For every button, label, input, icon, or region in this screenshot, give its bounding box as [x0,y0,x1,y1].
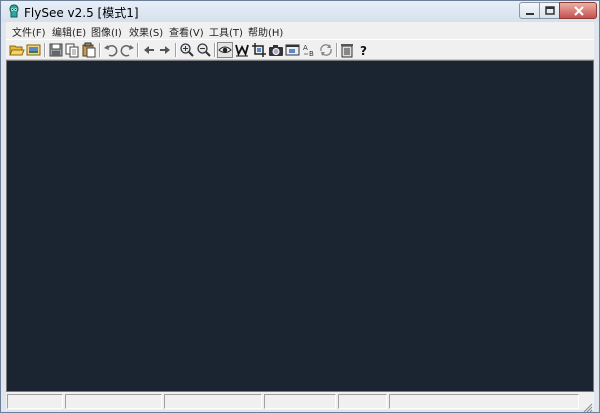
open-folder-icon[interactable] [9,42,25,58]
client-area: 文件(F) 编辑(E) 图像(I) 效果(S) 查看(V) 工具(T) 帮助(H… [6,22,594,412]
view-eye-icon[interactable] [217,42,233,58]
status-panel [7,394,63,409]
maximize-button[interactable] [539,2,560,19]
toolbar-separator [44,43,46,57]
toolbar-separator [214,43,216,57]
previous-icon[interactable] [141,42,157,58]
save-icon[interactable] [48,42,64,58]
undo-icon[interactable] [103,42,119,58]
menu-tools[interactable]: 工具(T) [209,24,243,39]
toolbar-separator [137,43,139,57]
status-panel [264,394,336,409]
menu-effects[interactable]: 效果(S) [129,24,163,39]
window-title: FlySee v2.5 [模式1] [24,6,139,20]
paste-icon[interactable] [81,42,97,58]
svg-text:A: A [303,44,308,52]
svg-text:B: B [309,50,314,58]
delete-icon[interactable] [339,42,355,58]
app-window: FlySee v2.5 [模式1] 文件(F) 编辑(E) 图像(I) 效果(S… [0,0,600,413]
menu-bar: 文件(F) 编辑(E) 图像(I) 效果(S) 查看(V) 工具(T) 帮助(H… [6,22,594,39]
close-button[interactable] [559,2,597,19]
toolbar-separator [175,43,177,57]
menu-edit[interactable]: 编辑(E) [52,24,86,39]
status-panel [389,394,579,409]
image-canvas[interactable] [6,60,594,392]
refresh-icon[interactable] [318,42,334,58]
title-bar[interactable]: FlySee v2.5 [模式1] [1,1,599,22]
resize-grip-icon[interactable] [582,398,593,412]
minimize-icon [526,13,534,15]
minimize-button[interactable] [519,2,540,19]
screen-capture-icon[interactable] [285,42,301,58]
status-panel [65,394,162,409]
toolbar-separator [99,43,101,57]
svg-text:?: ? [360,44,367,58]
next-icon[interactable] [157,42,173,58]
rename-icon[interactable]: AB [302,42,318,58]
watermark-icon[interactable] [234,42,250,58]
zoom-in-icon[interactable] [179,42,195,58]
menu-file[interactable]: 文件(F) [12,24,46,39]
menu-view[interactable]: 查看(V) [169,24,204,39]
open-image-icon[interactable] [26,42,42,58]
zoom-out-icon[interactable] [196,42,212,58]
status-panel [338,394,387,409]
toolbar-separator [336,43,338,57]
help-icon[interactable]: ? [356,42,372,58]
redo-icon[interactable] [119,42,135,58]
menu-image[interactable]: 图像(I) [91,24,122,39]
status-bar [6,393,594,412]
status-panel [164,394,262,409]
crop-icon[interactable] [251,42,267,58]
camera-icon[interactable] [268,42,284,58]
toolbar: AB ? [6,39,594,60]
maximize-icon [545,6,555,15]
menu-help[interactable]: 帮助(H) [248,24,283,39]
app-logo-icon [7,4,21,19]
copy-icon[interactable] [64,42,80,58]
close-icon [574,6,584,16]
